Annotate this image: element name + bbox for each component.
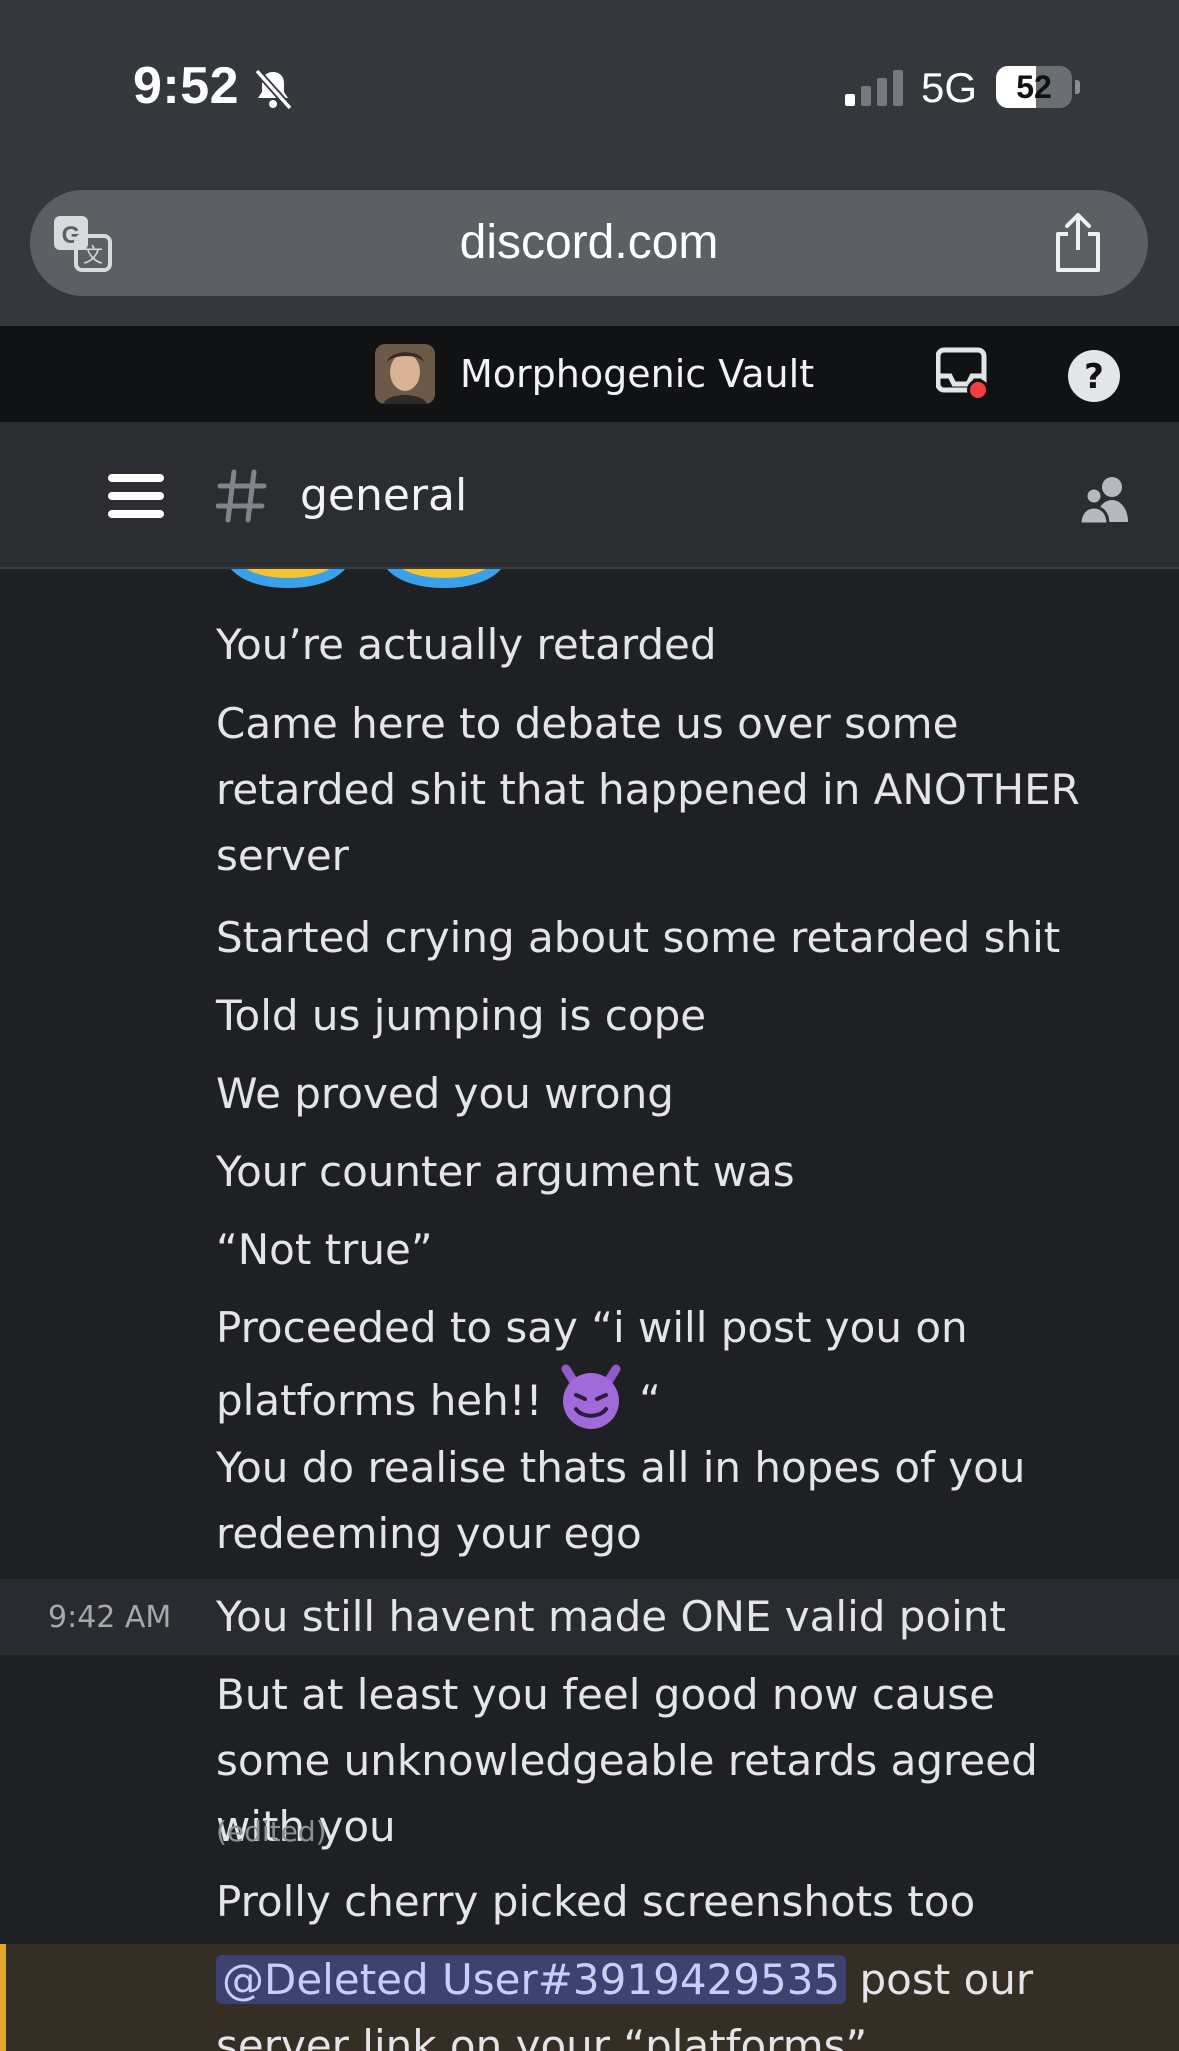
message-text: “ [639,1376,661,1425]
message[interactable]: You do realise thats all in hopes of you… [216,1435,1116,1567]
server-avatar[interactable] [375,344,435,404]
emoji-reaction-peek [230,569,502,589]
message[interactable]: You’re actually retarded [216,612,1116,678]
message[interactable]: Started crying about some retarded shit [216,905,1116,971]
smiling-devil-emoji [561,1364,621,1429]
message-list[interactable]: You’re actually retarded Came here to de… [0,569,1179,2051]
browser-chrome: 9:52 5G 52 G 文 discord.com [0,0,1179,326]
bell-slash-icon [254,68,293,111]
user-mention[interactable]: @Deleted User#3919429535 [216,1955,847,2004]
battery-percent: 52 [1016,69,1052,105]
message[interactable]: Your counter argument was [216,1139,1116,1205]
message-row-hovered[interactable]: 9:42 AM You still havent made ONE valid … [0,1579,1179,1655]
message[interactable]: Told us jumping is cope [216,983,1116,1049]
message[interactable]: “Not true” [216,1217,1116,1283]
inbox-icon[interactable] [936,346,992,402]
channel-name: general [300,470,468,521]
share-icon[interactable] [1050,212,1106,274]
help-icon[interactable]: ? [1066,348,1122,404]
message[interactable]: Proceeded to say “i will post you on pla… [216,1295,1116,1434]
status-time: 9:52 [133,57,240,115]
svg-text:?: ? [1084,357,1104,397]
channel-header: general [0,424,1179,569]
cellular-signal-icon [845,70,903,106]
member-list-icon[interactable] [1078,472,1134,528]
url-text[interactable]: discord.com [30,190,1148,296]
message[interactable]: We proved you wrong [216,1061,1116,1127]
network-type: 5G [921,64,978,111]
mention-highlight-row[interactable]: @Deleted User#3919429535 post our server… [0,1944,1179,2051]
message-timestamp: 9:42 AM [48,1600,172,1635]
server-header: Morphogenic Vault ? [0,326,1179,424]
message[interactable]: Prolly cherry picked screenshots too [216,1869,1116,1935]
address-bar[interactable]: G 文 discord.com [30,190,1148,296]
server-name[interactable]: Morphogenic Vault [460,326,814,422]
channel-hash-icon [216,469,267,523]
edited-label: (edited) [216,1815,327,1848]
battery-indicator: 52 [996,66,1080,108]
message: @Deleted User#3919429535 post our server… [216,1947,1116,2051]
menu-icon[interactable] [108,472,166,520]
message[interactable]: Came here to debate us over some retarde… [216,691,1116,889]
message-text: You still havent made ONE valid point [216,1592,1006,1641]
